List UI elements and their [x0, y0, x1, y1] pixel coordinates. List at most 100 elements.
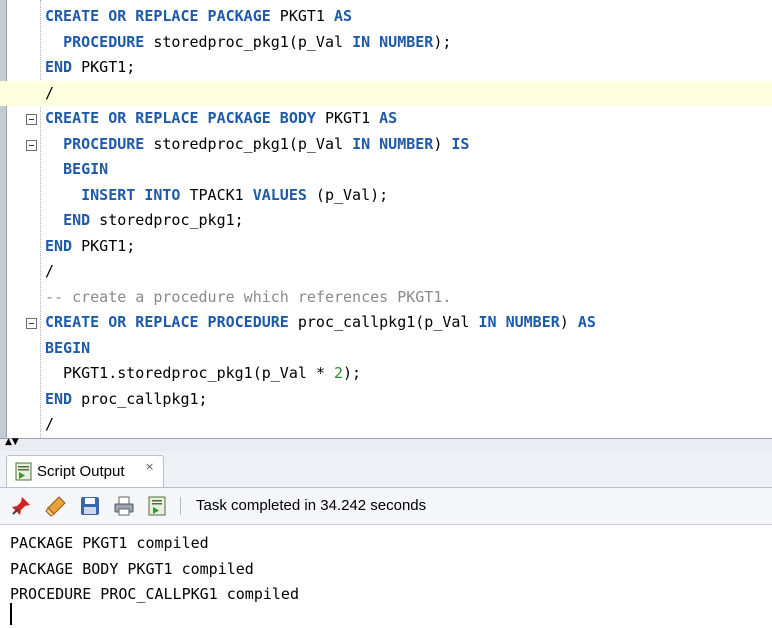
eraser-icon[interactable]	[45, 495, 67, 517]
expand-up-icon[interactable]: ▲▼	[5, 438, 19, 447]
tab-script-output[interactable]: Script Output ×	[6, 455, 164, 487]
code-line[interactable]: PROCEDURE storedproc_pkg1(p_Val IN NUMBE…	[0, 132, 772, 157]
code-text: /	[45, 414, 54, 434]
code-token: );	[343, 364, 362, 382]
code-token: BEGIN	[63, 160, 109, 178]
code-token: storedproc_pkg1(p_Val	[144, 134, 353, 153]
code-line[interactable]: PROCEDURE storedproc_pkg1(p_Val IN NUMBE…	[0, 30, 772, 55]
code-token: 2	[333, 364, 344, 382]
code-token: IN NUMBER	[352, 32, 434, 51]
tab-label: Script Output	[37, 463, 125, 480]
code-line[interactable]: /	[0, 80, 772, 106]
code-token: AS	[577, 313, 596, 331]
code-token: /	[45, 83, 55, 102]
fold-toggle-icon[interactable]	[26, 318, 37, 329]
code-token: -- create a procedure which references P…	[45, 287, 452, 306]
code-text: -- create a procedure which references P…	[45, 287, 451, 307]
output-line: PROCEDURE PROC_CALLPKG1 compiled	[10, 585, 299, 603]
output-text-area[interactable]: PACKAGE PKGT1 compiled PACKAGE BODY PKGT1…	[0, 525, 772, 628]
code-line[interactable]: INSERT INTO TPACK1 VALUES (p_Val);	[0, 183, 772, 208]
export-icon[interactable]	[146, 495, 168, 517]
code-token: END	[45, 236, 73, 255]
print-icon[interactable]	[113, 495, 135, 517]
code-token: PKGT1;	[72, 236, 136, 255]
code-text: /	[45, 83, 54, 103]
code-text: PKGT1.storedproc_pkg1(p_Val * 2);	[45, 363, 361, 383]
code-token: TPACK1	[180, 185, 253, 204]
fold-toggle-icon[interactable]	[26, 114, 37, 125]
code-token: proc_callpkg1;	[72, 389, 208, 408]
code-line[interactable]: END proc_callpkg1;	[0, 387, 772, 412]
code-line[interactable]: CREATE OR REPLACE PACKAGE BODY PKGT1 AS	[0, 106, 772, 131]
code-token: /	[45, 415, 55, 433]
code-token: );	[433, 32, 452, 51]
code-text: PROCEDURE storedproc_pkg1(p_Val IN NUMBE…	[45, 134, 469, 154]
code-text: END PKGT1;	[45, 236, 135, 256]
code-token: PKGT1;	[72, 58, 136, 76]
code-line[interactable]: END storedproc_pkg1;	[0, 208, 772, 233]
code-line[interactable]: CREATE OR REPLACE PACKAGE PKGT1 AS	[0, 4, 772, 29]
code-token: storedproc_pkg1(p_Val	[144, 32, 353, 51]
toolbar-separator	[180, 497, 181, 515]
code-token: PKGT1.storedproc_pkg1(p_Val *	[45, 364, 334, 382]
code-token: CREATE OR REPLACE PACKAGE BODY	[45, 109, 316, 127]
code-text: CREATE OR REPLACE PACKAGE BODY PKGT1 AS	[45, 108, 397, 128]
code-text: PROCEDURE storedproc_pkg1(p_Val IN NUMBE…	[45, 32, 451, 52]
output-tab-bar: Script Output ×	[0, 451, 772, 488]
close-icon[interactable]: ×	[145, 460, 154, 473]
code-token: PKGT1	[270, 7, 334, 25]
code-line[interactable]: BEGIN	[0, 336, 772, 361]
code-line[interactable]: /	[0, 412, 772, 437]
code-token: INSERT INTO	[81, 185, 181, 204]
code-token: )	[433, 134, 452, 153]
code-token: CREATE OR REPLACE PACKAGE	[45, 7, 271, 25]
code-token: PROCEDURE	[63, 134, 145, 153]
code-text: END storedproc_pkg1;	[45, 210, 244, 230]
code-token: PKGT1	[315, 109, 380, 127]
script-output-icon	[15, 462, 32, 481]
code-token: END	[63, 211, 91, 229]
text-caret	[10, 603, 12, 625]
code-token: (p_Val);	[306, 185, 389, 204]
output-line: PACKAGE PKGT1 compiled	[10, 534, 209, 552]
code-text: END PKGT1;	[45, 57, 135, 77]
code-text: BEGIN	[45, 338, 90, 358]
code-text: INSERT INTO TPACK1 VALUES (p_Val);	[45, 185, 388, 205]
pin-icon[interactable]	[10, 495, 32, 517]
save-icon[interactable]	[79, 495, 101, 517]
code-line[interactable]: END PKGT1;	[0, 234, 772, 259]
code-token: BEGIN	[45, 338, 91, 357]
code-token: END	[45, 58, 73, 76]
code-line[interactable]: -- create a procedure which references P…	[0, 285, 772, 310]
code-text: BEGIN	[45, 159, 108, 179]
code-editor[interactable]: CREATE OR REPLACE PACKAGE PKGT1 AS PROCE…	[0, 0, 772, 438]
code-text: CREATE OR REPLACE PROCEDURE proc_callpkg…	[45, 312, 596, 332]
code-token: VALUES	[252, 185, 307, 204]
code-token: IS	[451, 134, 470, 153]
code-line[interactable]: BEGIN	[0, 157, 772, 182]
code-token: CREATE OR REPLACE PROCEDURE	[45, 313, 289, 331]
code-text: CREATE OR REPLACE PACKAGE PKGT1 AS	[45, 6, 352, 26]
code-token: /	[45, 262, 55, 280]
code-token: )	[559, 313, 578, 331]
code-token: END	[45, 389, 73, 408]
fold-toggle-icon[interactable]	[26, 139, 37, 151]
status-text: Task completed in 34.242 seconds	[196, 497, 427, 514]
code-line[interactable]: END PKGT1;	[0, 55, 772, 80]
code-line[interactable]: CREATE OR REPLACE PROCEDURE proc_callpkg…	[0, 310, 772, 335]
script-output-panel: Script Output × Task completed in 34.242…	[0, 451, 772, 628]
code-token: AS	[379, 109, 398, 127]
code-token: IN NUMBER	[352, 134, 434, 153]
panel-splitter[interactable]: ▲▼	[0, 438, 772, 452]
code-line[interactable]: /	[0, 259, 772, 284]
code-line[interactable]: PKGT1.storedproc_pkg1(p_Val * 2);	[0, 361, 772, 386]
code-token: proc_callpkg1(p_Val	[288, 313, 479, 331]
code-token: IN NUMBER	[478, 313, 560, 331]
code-token: PROCEDURE	[63, 32, 145, 51]
code-text: /	[45, 261, 54, 281]
